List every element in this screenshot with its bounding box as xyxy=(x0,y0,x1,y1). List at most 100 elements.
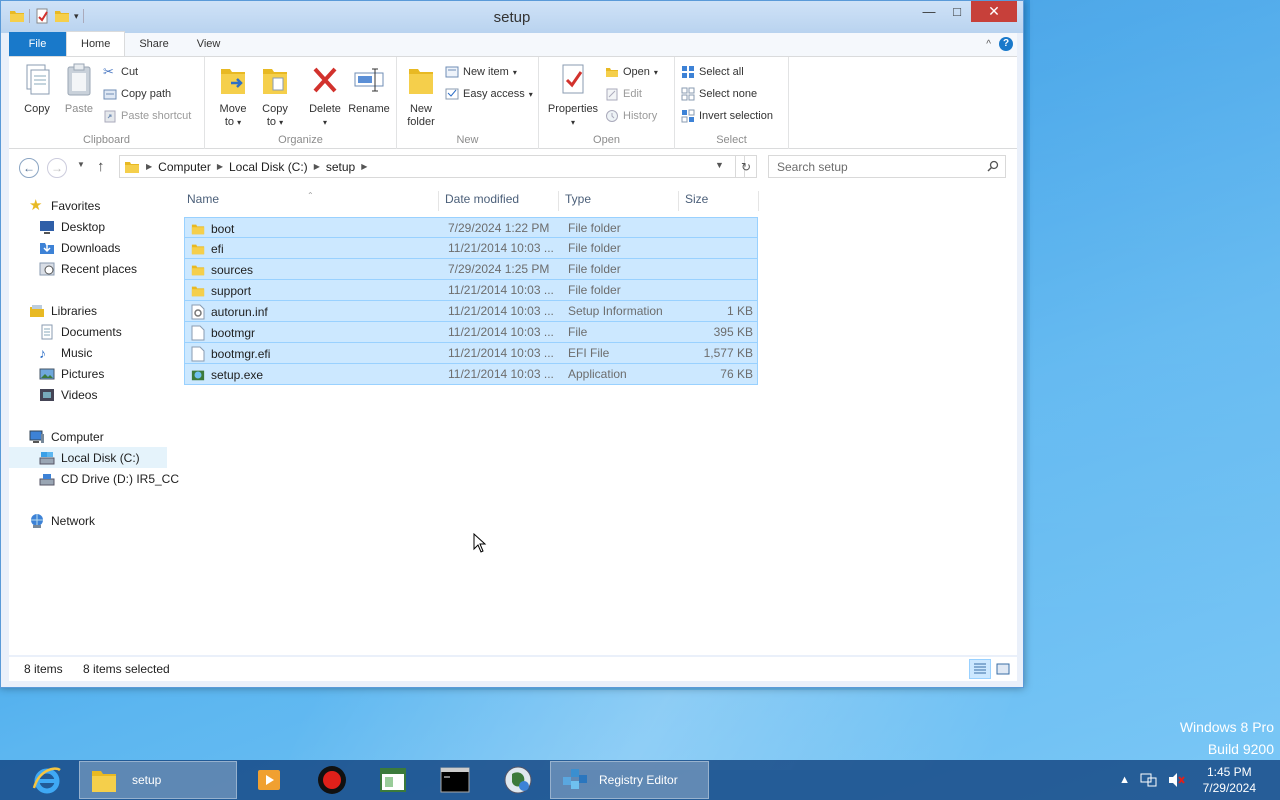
taskbar-network-app[interactable] xyxy=(493,761,543,799)
file-row[interactable]: bootmgr 11/21/2014 10:03 ... File 395 KB xyxy=(184,322,758,343)
search-icon[interactable] xyxy=(987,160,999,172)
chevron-right-icon[interactable]: ▶ xyxy=(217,162,223,171)
breadcrumb-computer[interactable]: Computer xyxy=(158,160,211,174)
file-row[interactable]: efi 11/21/2014 10:03 ... File folder xyxy=(184,238,758,259)
forward-button[interactable]: → xyxy=(47,158,67,178)
tab-file[interactable]: File xyxy=(9,32,66,56)
nav-local-disk[interactable]: Local Disk (C:) xyxy=(9,447,167,468)
new-folder-icon xyxy=(409,69,433,94)
up-arrow-icon[interactable]: ↑ xyxy=(97,158,105,175)
copy-to-button[interactable]: Copy to ▾ xyxy=(253,61,297,129)
paste-shortcut-button[interactable]: Paste shortcut xyxy=(103,107,191,125)
select-all-button[interactable]: Select all xyxy=(681,63,744,81)
file-name-cell: setup.exe xyxy=(191,367,263,383)
details-view-button[interactable] xyxy=(969,659,991,679)
file-row[interactable]: sources 7/29/2024 1:25 PM File folder xyxy=(184,259,758,280)
new-item-dropdown-icon: ▾ xyxy=(512,67,517,77)
new-item-icon xyxy=(445,66,459,78)
new-folder-button[interactable]: New folder xyxy=(399,61,443,129)
volume-muted-icon[interactable] xyxy=(1168,772,1186,788)
nav-videos[interactable]: Videos xyxy=(39,384,97,405)
address-bar[interactable]: ▶ Computer ▶ Local Disk (C:) ▶ setup ▶ xyxy=(119,155,745,178)
open-folder-icon xyxy=(606,68,618,77)
minimize-button[interactable]: — xyxy=(915,1,943,22)
nav-network[interactable]: Network xyxy=(29,510,95,531)
column-name-label: Name xyxy=(187,192,220,206)
delete-button[interactable]: Delete ▾ xyxy=(303,61,347,129)
breadcrumb-setup[interactable]: setup xyxy=(326,160,355,174)
nav-desktop[interactable]: Desktop xyxy=(39,216,105,237)
file-row[interactable]: bootmgr.efi 11/21/2014 10:03 ... EFI File 1… xyxy=(184,343,758,364)
taskbar-regedit-label: Registry Editor xyxy=(599,773,678,787)
taskbar-media-player[interactable] xyxy=(244,761,294,799)
nav-music[interactable]: ♪ Music xyxy=(39,342,92,363)
new-item-button[interactable]: New item ▾ xyxy=(445,63,517,81)
nav-recent-places[interactable]: Recent places xyxy=(39,258,137,279)
nav-cd-drive[interactable]: CD Drive (D:) IR5_CC xyxy=(39,468,179,489)
select-none-button[interactable]: Select none xyxy=(681,85,757,103)
easy-access-button[interactable]: Easy access ▾ xyxy=(445,85,533,103)
system-tray: ▲ xyxy=(1119,772,1186,788)
nav-documents-label: Documents xyxy=(61,324,122,339)
move-to-button[interactable]: Move to ▾ xyxy=(211,61,255,129)
file-name-cell: support xyxy=(191,283,251,299)
taskbar-registry-editor[interactable]: Registry Editor xyxy=(550,761,709,799)
paste-button[interactable]: Paste xyxy=(57,61,101,116)
invert-selection-button[interactable]: Invert selection xyxy=(681,107,773,125)
scissors-icon: ✂ xyxy=(103,64,114,79)
refresh-button[interactable]: ↻ xyxy=(735,155,757,178)
edit-button[interactable]: Edit xyxy=(605,85,642,103)
taskbar-command-prompt[interactable] xyxy=(430,761,480,799)
file-type: File folder xyxy=(568,241,621,255)
tab-share[interactable]: Share xyxy=(125,32,182,56)
maximize-button[interactable]: □ xyxy=(943,1,971,22)
nav-libraries[interactable]: Libraries xyxy=(29,300,97,321)
network-status-icon[interactable] xyxy=(1140,772,1158,788)
chevron-right-icon[interactable]: ▶ xyxy=(361,162,367,171)
column-header-name[interactable]: Name ⌃ xyxy=(181,191,439,211)
close-button[interactable]: ✕ xyxy=(971,1,1017,22)
file-row[interactable]: boot 7/29/2024 1:22 PM File folder xyxy=(184,217,758,238)
history-button[interactable]: History xyxy=(605,107,657,125)
tab-home[interactable]: Home xyxy=(66,31,126,56)
breadcrumb-local-disk[interactable]: Local Disk (C:) xyxy=(229,160,308,174)
documents-icon xyxy=(41,324,53,339)
open-dropdown-icon: ▾ xyxy=(653,67,658,77)
help-icon[interactable]: ? xyxy=(999,37,1013,51)
nav-desktop-label: Desktop xyxy=(61,219,106,234)
nav-computer[interactable]: Computer xyxy=(29,426,104,447)
recent-locations-dropdown-icon[interactable]: ▼ xyxy=(77,160,85,169)
file-row[interactable]: autorun.inf 11/21/2014 10:03 ... Setup Inf… xyxy=(184,301,758,322)
history-icon xyxy=(606,110,618,122)
taskbar-clock[interactable]: 1:45 PM 7/29/2024 xyxy=(1203,764,1256,796)
rename-button[interactable]: Rename xyxy=(347,61,391,116)
cut-button[interactable]: ✂ Cut xyxy=(103,63,138,81)
nav-favorites[interactable]: ★ Favorites xyxy=(29,195,100,216)
column-header-type[interactable]: Type xyxy=(559,191,679,211)
column-header-date[interactable]: Date modified xyxy=(439,191,559,211)
copy-path-button[interactable]: Copy path xyxy=(103,85,171,103)
large-icons-view-button[interactable] xyxy=(992,659,1014,679)
nav-documents[interactable]: Documents xyxy=(39,321,122,342)
file-row[interactable]: support 11/21/2014 10:03 ... File folder xyxy=(184,280,758,301)
open-button[interactable]: Open ▾ xyxy=(605,63,658,81)
nav-pictures[interactable]: Pictures xyxy=(39,363,104,384)
copy-button[interactable]: Copy xyxy=(15,61,59,116)
file-row[interactable]: setup.exe 11/21/2014 10:03 ... Application… xyxy=(184,364,758,385)
address-dropdown-icon[interactable]: ▼ xyxy=(715,160,724,170)
nav-downloads[interactable]: Downloads xyxy=(39,237,120,258)
taskbar-explorer-setup[interactable]: setup xyxy=(79,761,237,799)
taskbar-internet-explorer[interactable] xyxy=(22,761,72,799)
tab-view[interactable]: View xyxy=(183,32,235,56)
search-input[interactable]: Search setup xyxy=(768,155,1006,178)
taskbar-app-window[interactable] xyxy=(368,761,418,799)
back-button[interactable]: ← xyxy=(19,158,39,178)
show-hidden-icons-icon[interactable]: ▲ xyxy=(1119,774,1130,786)
properties-button[interactable]: Properties ▾ xyxy=(545,61,601,129)
column-header-size[interactable]: Size xyxy=(679,191,759,211)
collapse-ribbon-icon[interactable]: ^ xyxy=(986,39,991,50)
chevron-right-icon[interactable]: ▶ xyxy=(314,162,320,171)
internet-explorer-icon xyxy=(32,767,61,794)
taskbar-recorder[interactable] xyxy=(307,761,357,799)
title-bar[interactable]: ▾ setup — □ ✕ xyxy=(1,1,1023,33)
